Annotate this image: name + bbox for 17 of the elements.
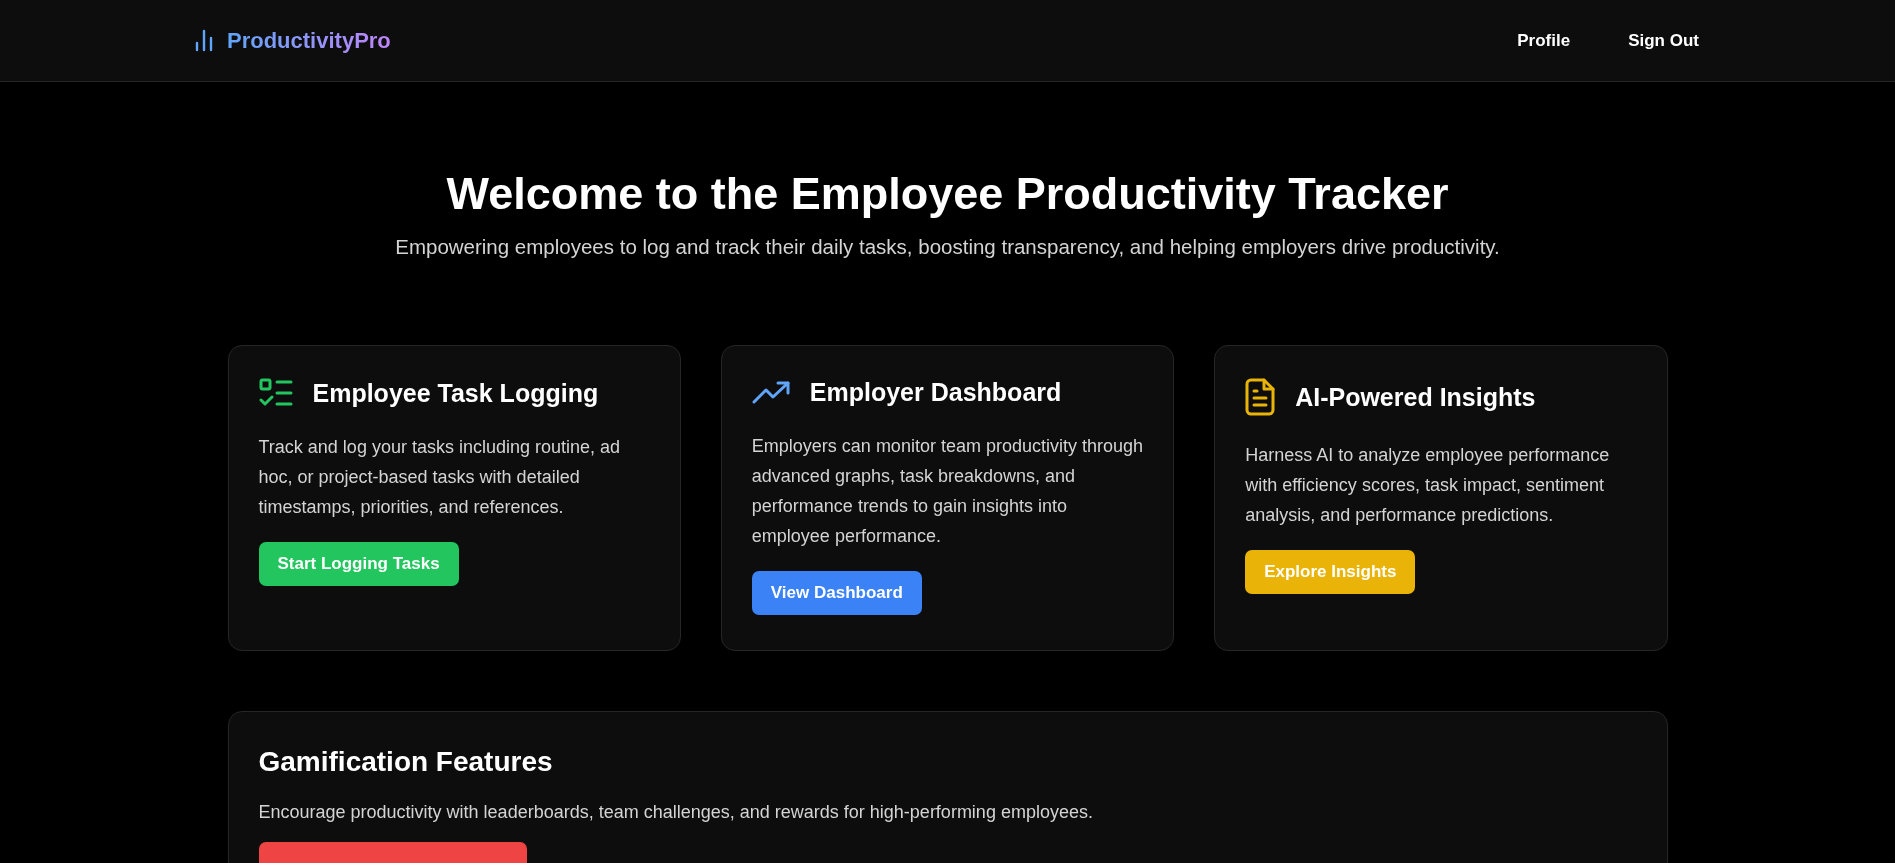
- page-subtitle: Empowering employees to log and track their daily tasks, boosting transparency, and helping employers drive productivity.: [395, 235, 1500, 259]
- card-title: AI-Powered Insights: [1295, 382, 1536, 412]
- nav-link[interactable]: Sign Out: [1628, 30, 1699, 51]
- document-icon: [1245, 378, 1276, 416]
- nav-link[interactable]: Profile: [1517, 30, 1571, 51]
- card-button[interactable]: View Dashboard: [751, 571, 922, 615]
- checklist-icon: [258, 378, 293, 408]
- page-title: Welcome to the Employee Productivity Tracker: [446, 167, 1449, 221]
- bar-chart-icon: [195, 29, 213, 52]
- card-description: Employers can monitor team productivity through advanced graphs, task breakdowns, and performance trends to gain insights into employee performance.: [751, 435, 1144, 548]
- section-title: Gamification Features: [258, 746, 554, 778]
- card-description: Harness AI to analyze employee performance with efficiency scores, task impact, sentiment analysis, and performance predictions.: [1245, 444, 1611, 527]
- trending-up-icon: [751, 380, 790, 405]
- card-title: Employer Dashboard: [809, 378, 1062, 407]
- section-description: Encourage productivity with leaderboards, team challenges, and rewards for high-performing employees.: [258, 802, 1094, 823]
- card-description: Track and log your tasks including routine, ad hoc, or project-based tasks with detailed timestamps, priorities, and references.: [258, 436, 622, 519]
- card-title: Employee Task Logging: [312, 378, 599, 408]
